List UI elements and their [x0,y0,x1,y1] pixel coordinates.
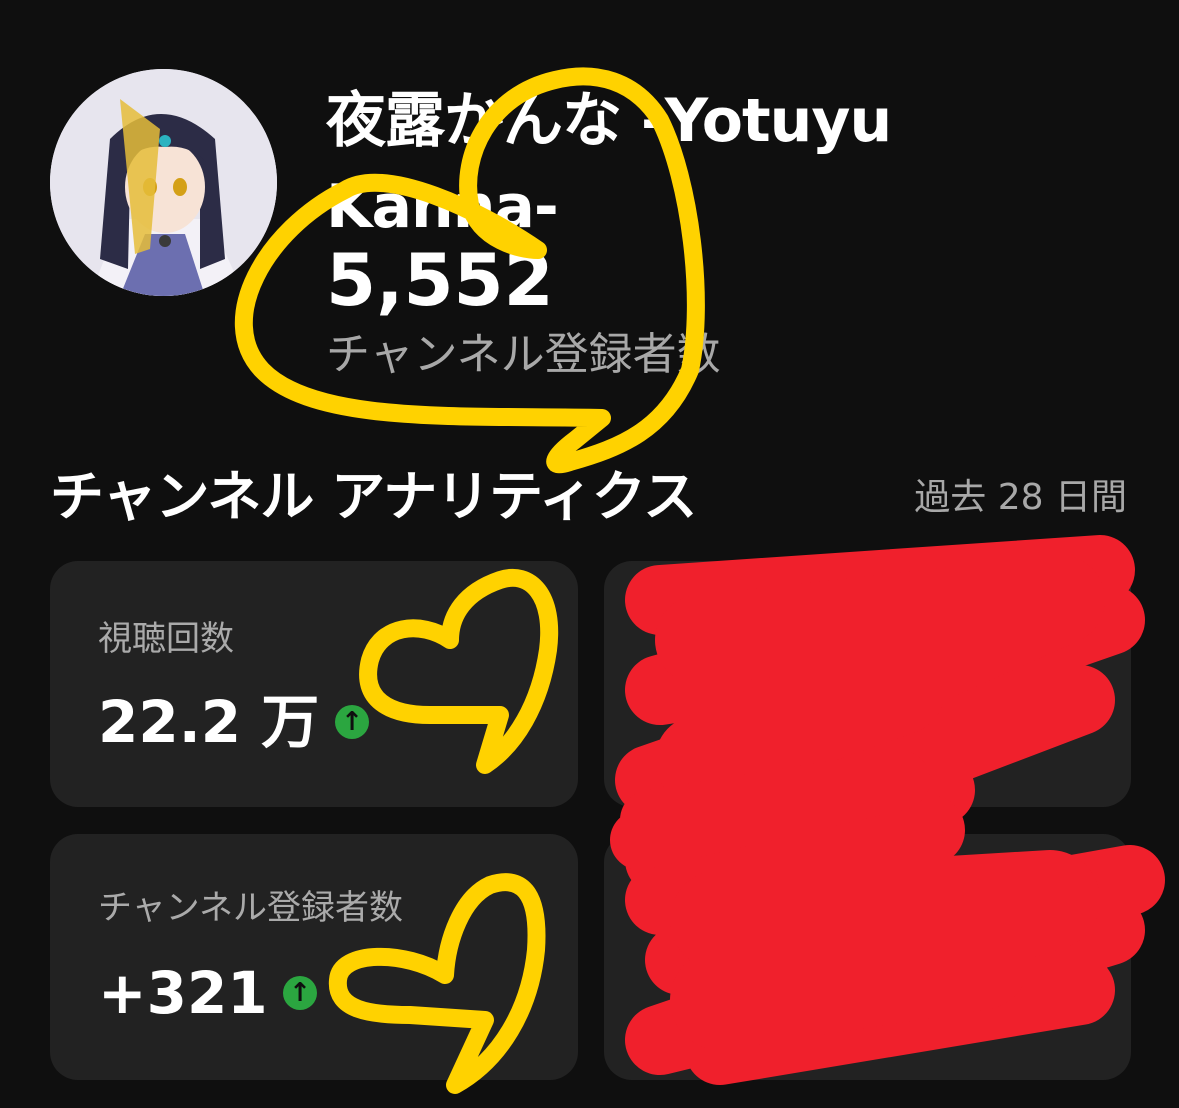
channel-name: 夜露かんな -Yotuyu Kanna- [326,86,892,242]
analytics-period: 過去 28 日間 [914,477,1127,518]
avatar-image [50,69,277,296]
arrow-up-icon: ↑ [283,976,317,1010]
subscriber-count: 5,552 [326,238,554,322]
redacted-card-1[interactable] [604,561,1131,807]
channel-avatar[interactable] [50,69,277,296]
subscribers-card[interactable]: チャンネル登録者数 +321 ↑ [50,834,578,1080]
redacted-card-2[interactable] [604,834,1131,1080]
subscribers-card-label: チャンネル登録者数 [98,888,403,928]
analytics-section-title: チャンネル アナリティクス [50,465,697,528]
subscribers-card-value: +321 [98,959,268,1027]
arrow-up-icon: ↑ [335,705,369,739]
subscriber-count-label: チャンネル登録者数 [326,329,721,380]
views-card-label: 視聴回数 [98,619,234,659]
views-card[interactable]: 視聴回数 22.2 万 ↑ [50,561,578,807]
views-card-value: 22.2 万 [98,688,320,756]
